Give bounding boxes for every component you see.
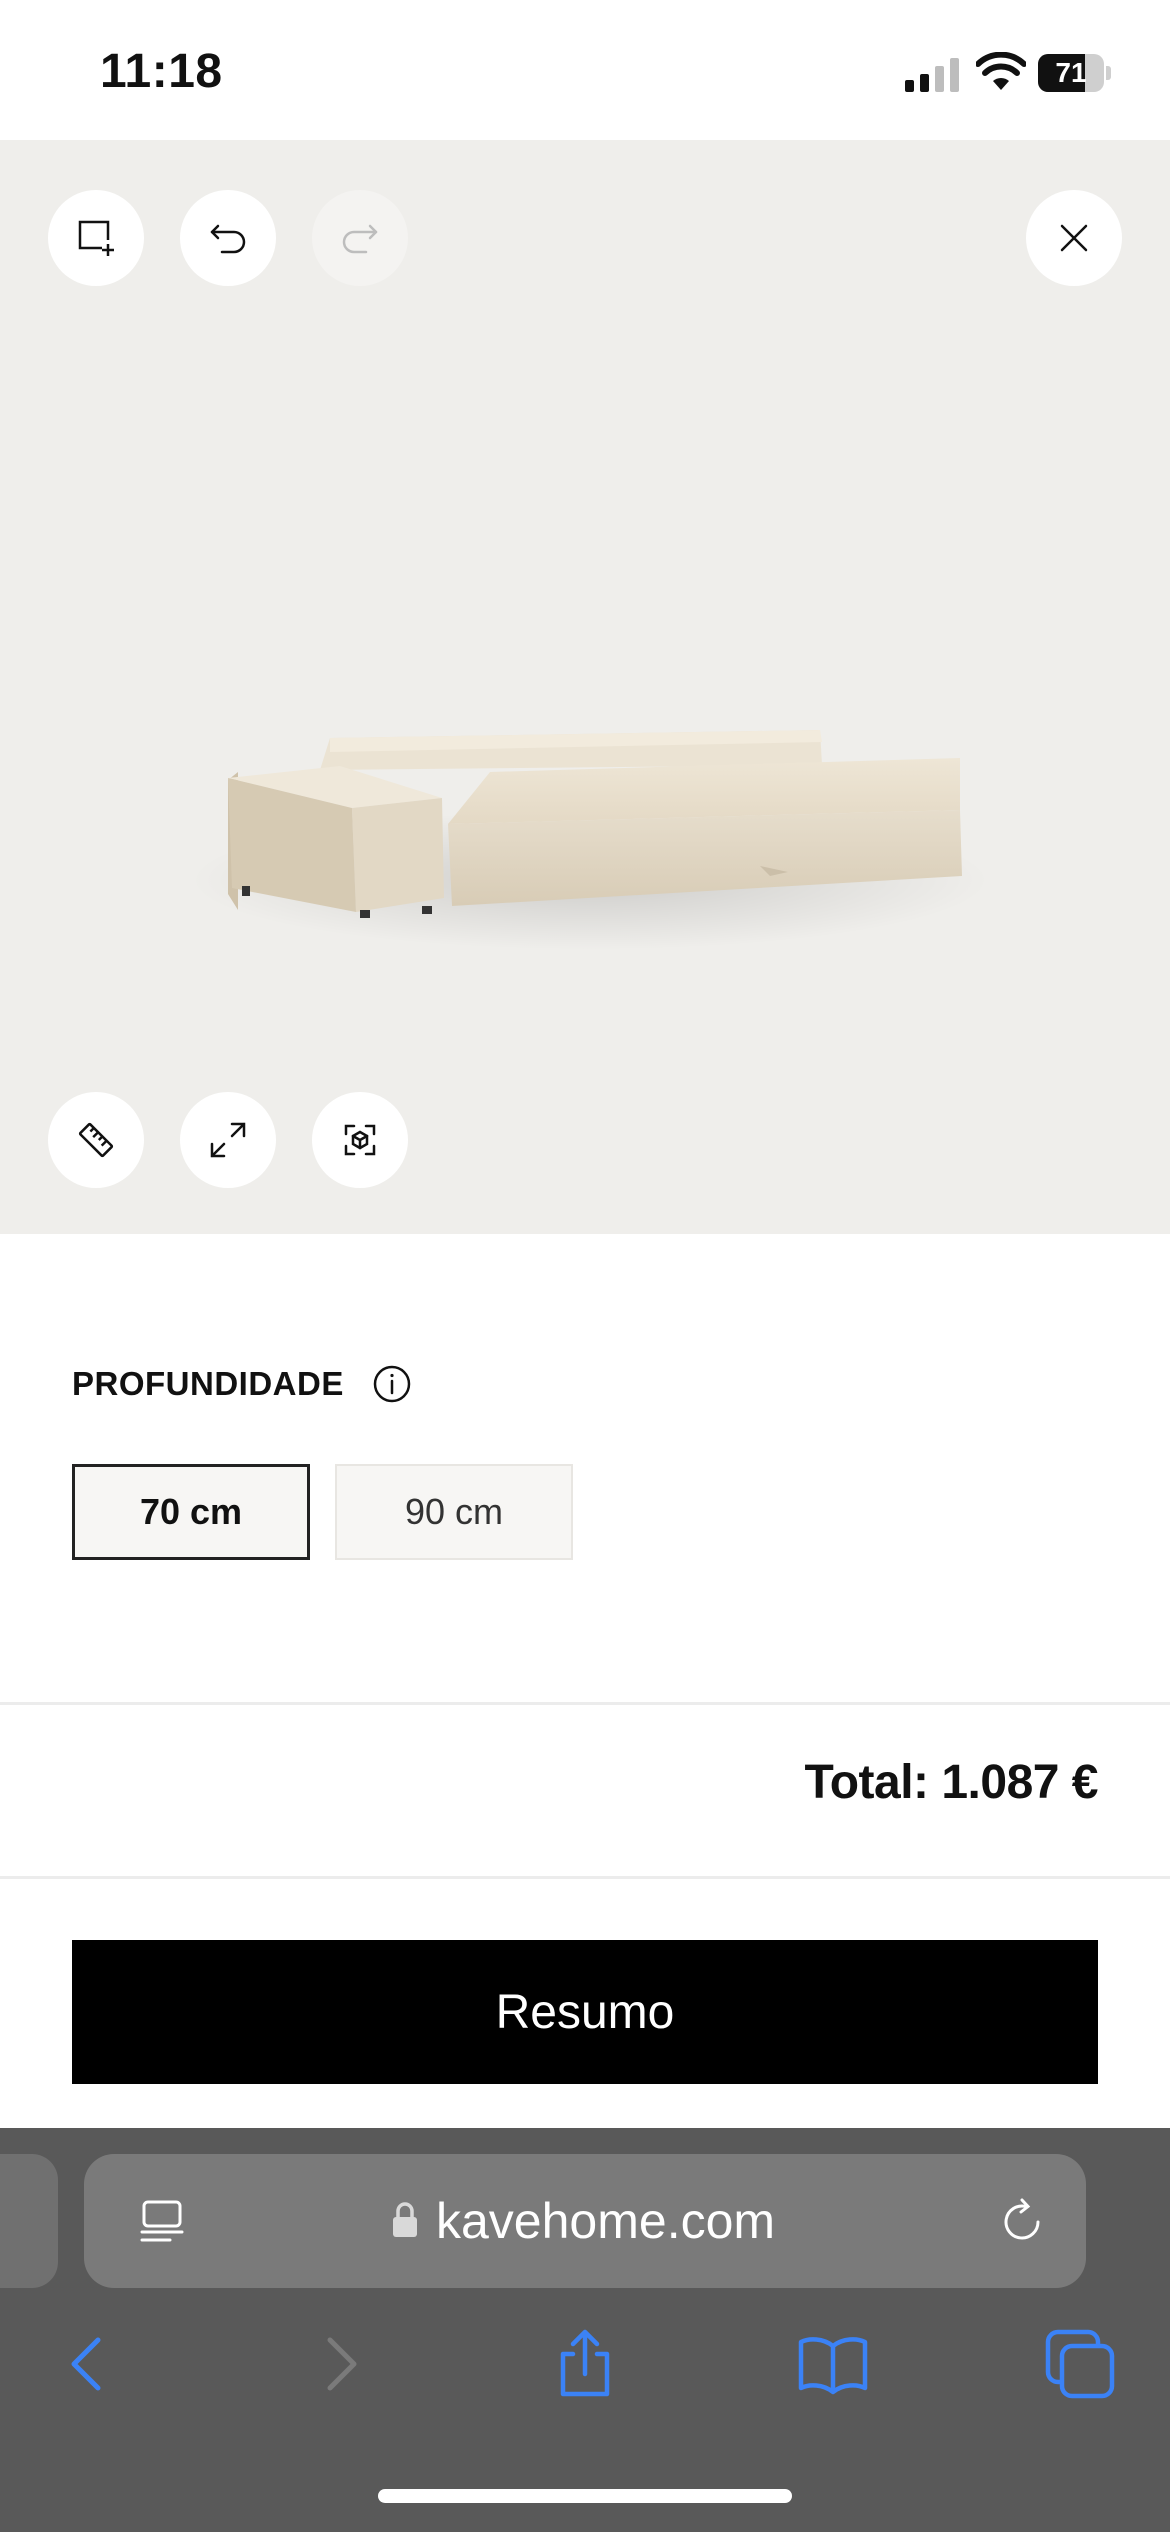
tabs-icon[interactable] xyxy=(1040,2324,1120,2404)
battery-level: 71 xyxy=(1055,57,1087,88)
cellular-signal-icon xyxy=(905,56,959,92)
page-menu-icon[interactable] xyxy=(134,2194,190,2250)
previous-tab-preview[interactable] xyxy=(0,2154,58,2288)
share-icon[interactable] xyxy=(545,2324,625,2404)
measure-button[interactable] xyxy=(48,1092,144,1188)
home-indicator xyxy=(378,2489,792,2503)
browser-nav-row xyxy=(0,2324,1170,2424)
divider xyxy=(0,1876,1170,1879)
lock-icon xyxy=(393,2202,417,2237)
product-3d-viewer[interactable] xyxy=(0,140,1170,1234)
battery-icon: 71 xyxy=(1038,54,1111,92)
url-text: kavehome.com xyxy=(436,2193,776,2249)
back-icon[interactable] xyxy=(48,2324,128,2404)
total-price: Total: 1.087 € xyxy=(804,1756,1098,1809)
depth-label: PROFUNDIDADE xyxy=(72,1365,344,1402)
close-button[interactable] xyxy=(1026,190,1122,286)
sofa-product-image[interactable] xyxy=(190,560,990,980)
reload-icon[interactable] xyxy=(994,2194,1050,2250)
address-bar[interactable]: kavehome.com xyxy=(84,2154,1086,2288)
wifi-icon xyxy=(976,52,1026,90)
status-bar: 11:18 71 xyxy=(0,0,1170,140)
close-icon xyxy=(1060,224,1088,252)
fullscreen-button[interactable] xyxy=(180,1092,276,1188)
redo-button[interactable] xyxy=(312,190,408,286)
depth-option-70[interactable]: 70 cm xyxy=(72,1464,310,1560)
bookmarks-icon[interactable] xyxy=(793,2324,873,2404)
ar-view-button[interactable] xyxy=(312,1092,408,1188)
forward-icon[interactable] xyxy=(300,2324,380,2404)
add-module-button[interactable] xyxy=(48,190,144,286)
divider xyxy=(0,1702,1170,1705)
summary-button[interactable]: Resumo xyxy=(72,1940,1098,2084)
status-time: 11:18 xyxy=(100,45,223,98)
ar-view-icon xyxy=(344,1124,376,1156)
ruler-icon xyxy=(78,1122,114,1158)
info-icon[interactable] xyxy=(372,1364,412,1404)
undo-button[interactable] xyxy=(180,190,276,286)
redo-icon xyxy=(342,224,378,254)
depth-options: PROFUNDIDADE 70 cm 90 cm xyxy=(0,1234,1170,1704)
add-module-icon xyxy=(78,220,114,256)
browser-toolbar: kavehome.com xyxy=(0,2128,1170,2532)
undo-icon xyxy=(210,224,246,254)
depth-option-90[interactable]: 90 cm xyxy=(335,1464,573,1560)
expand-icon xyxy=(210,1122,246,1158)
